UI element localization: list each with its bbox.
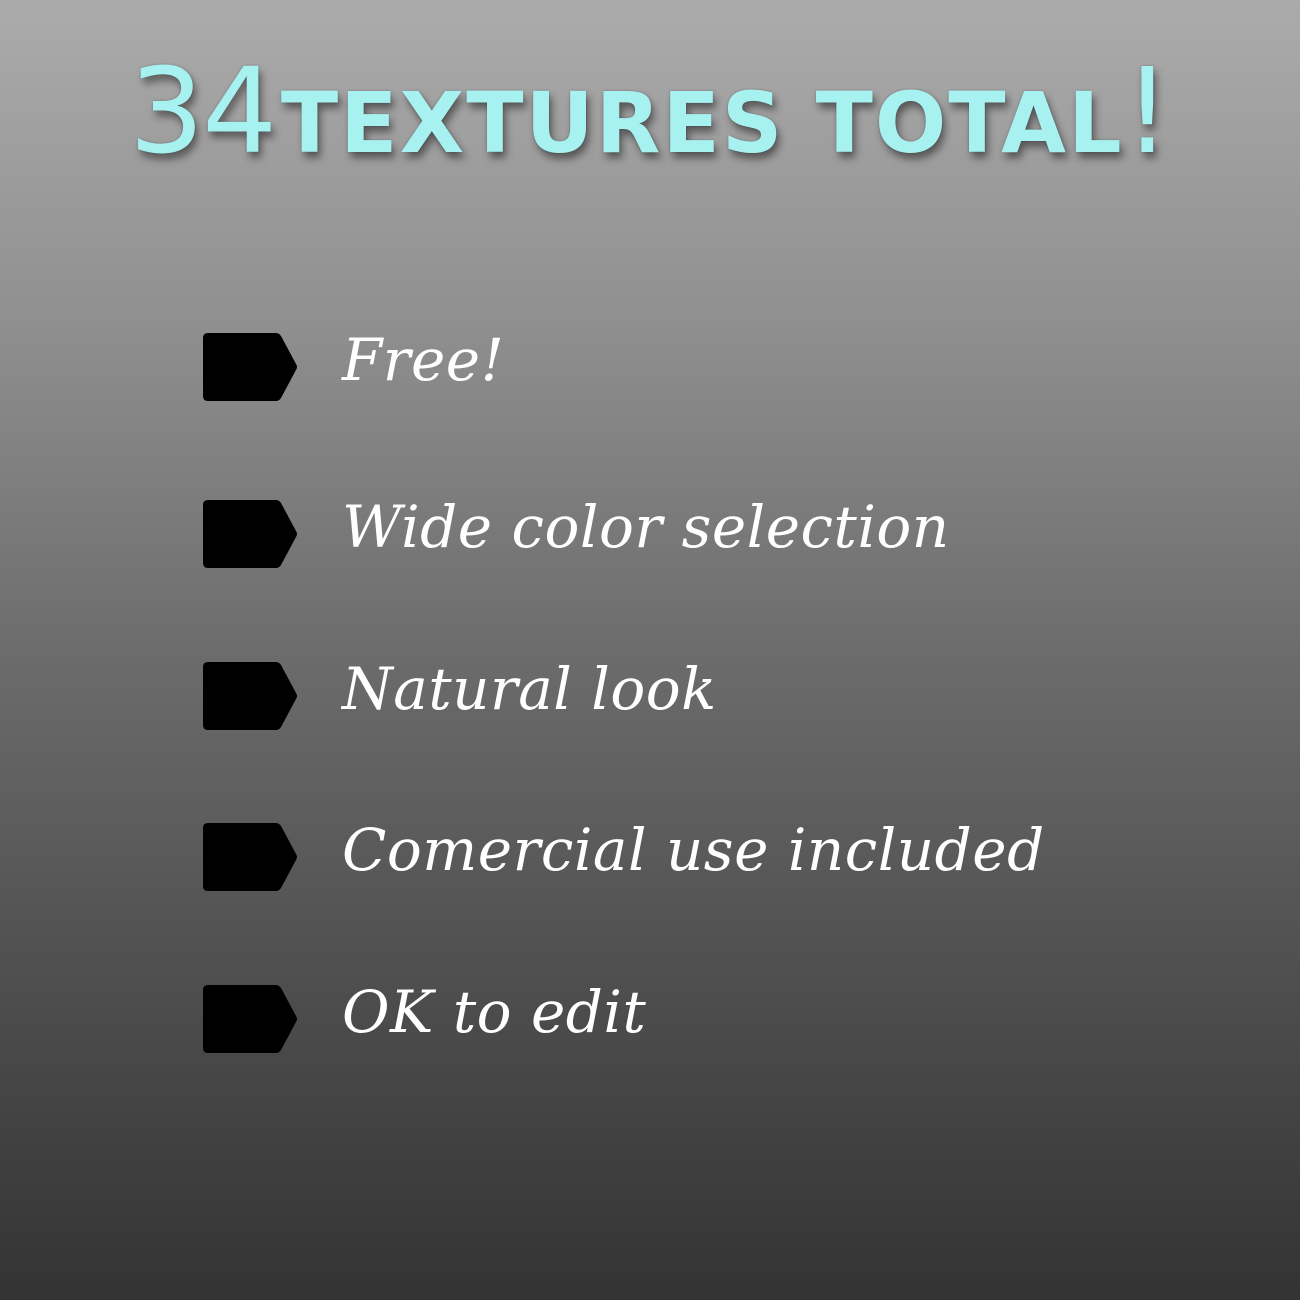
feature-label: OK to edit xyxy=(342,978,647,1046)
tag-icon xyxy=(202,661,298,731)
feature-label: Natural look xyxy=(342,655,717,723)
feature-label: Free! xyxy=(342,326,505,394)
list-item: Wide color selection xyxy=(202,493,1002,569)
list-item: OK to edit xyxy=(202,978,1002,1054)
tag-icon xyxy=(202,332,298,402)
tag-icon xyxy=(202,822,298,892)
list-item: Free! xyxy=(202,326,1002,402)
tag-icon xyxy=(202,499,298,569)
tag-icon xyxy=(202,984,298,1054)
feature-label: Comercial use included xyxy=(342,816,1045,884)
feature-list: Free! Wide color selection Natural look … xyxy=(0,0,1300,1300)
list-item: Natural look xyxy=(202,655,1002,731)
feature-label: Wide color selection xyxy=(342,493,950,561)
list-item: Comercial use included xyxy=(202,816,1044,892)
